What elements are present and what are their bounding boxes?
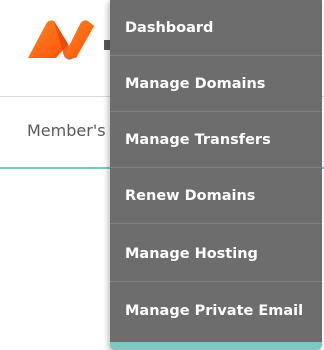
menu-active-accent — [110, 342, 322, 350]
menu-item-manage-domains[interactable]: Manage Domains — [110, 56, 322, 112]
menu-item-renew-domains[interactable]: Renew Domains — [110, 168, 322, 224]
account-dropdown-menu: Dashboard Manage Domains Manage Transfer… — [110, 0, 322, 350]
menu-item-dashboard[interactable]: Dashboard — [110, 0, 322, 56]
menu-item-manage-private-email[interactable]: Manage Private Email — [110, 283, 322, 339]
members-nav-label[interactable]: Member's — [27, 121, 106, 140]
menu-item-manage-transfers[interactable]: Manage Transfers — [110, 112, 322, 168]
namecheap-logo-icon[interactable] — [24, 18, 96, 62]
menu-item-manage-hosting[interactable]: Manage Hosting — [110, 226, 322, 282]
